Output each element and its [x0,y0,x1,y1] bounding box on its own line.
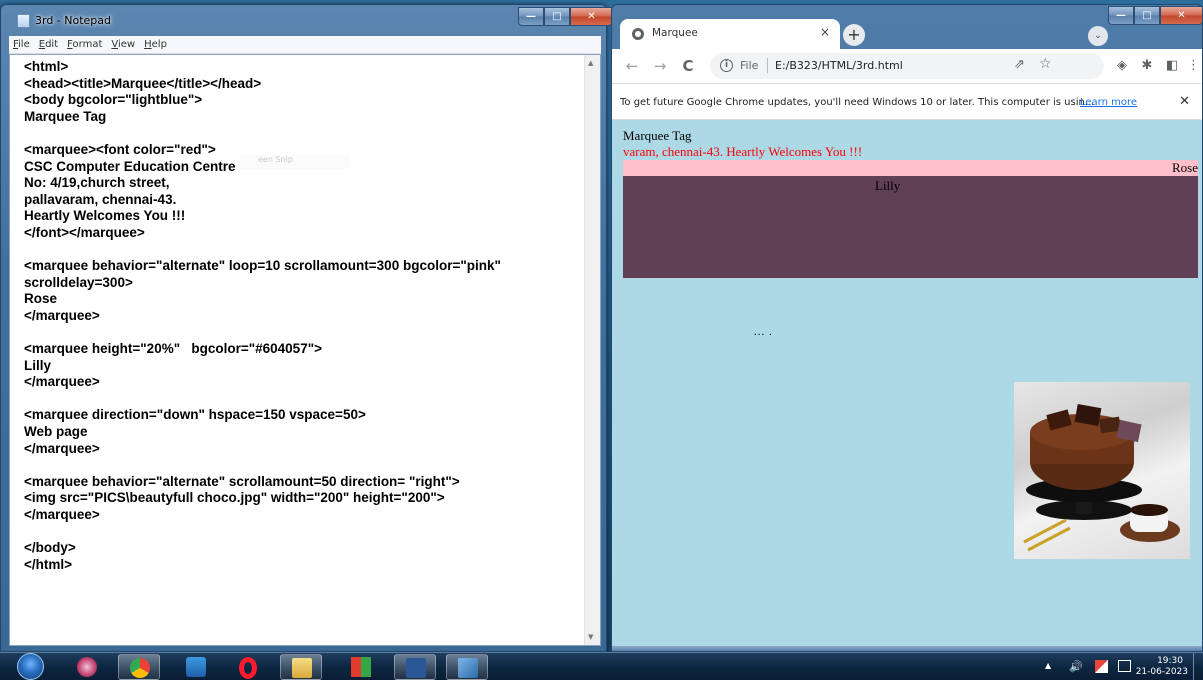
menu-view[interactable]: View [111,39,135,50]
show-desktop-button[interactable] [1193,653,1203,680]
address-bar[interactable]: i File E:/B323/HTML/3rd.html ⇗ ☆ [710,53,1104,79]
chrome-maximize-button[interactable]: □ [1134,6,1160,25]
share-icon[interactable]: ⇗ [1014,57,1025,72]
notepad-minimize-button[interactable]: — [518,7,544,26]
menu-file[interactable]: File [13,39,30,50]
notepad-title: 3rd - Notepad [35,14,112,27]
file-explorer-icon [292,658,312,678]
taskbar-app[interactable] [446,654,488,680]
taskbar-word[interactable] [394,654,436,680]
shield-extension-icon[interactable]: ◈ [1112,56,1132,76]
taskbar-file-explorer[interactable] [280,654,322,680]
tab-close-icon[interactable]: × [820,25,830,39]
taskbar-color-blocks[interactable] [340,654,382,680]
chrome-tabstrip[interactable]: Marquee × + ⌄ — □ ✕ [612,5,1203,49]
site-info-icon[interactable]: i [720,59,733,72]
notepad-vertical-scrollbar[interactable]: ▲ ▼ [584,55,600,645]
clock-time[interactable]: 19:30 [1157,655,1183,667]
chocolate-cake-image [1014,382,1190,559]
new-tab-button[interactable]: + [843,24,865,46]
cake-illustration [1023,404,1180,552]
rose-text: Rose [1172,160,1198,175]
app-icon [458,658,478,678]
scroll-up-arrow-icon[interactable]: ▲ [588,59,593,67]
notepad-text[interactable]: <html> <head><title>Marquee</title></hea… [24,59,584,573]
notepad-editor[interactable]: <html> <head><title>Marquee</title></hea… [9,54,601,646]
clock-date[interactable]: 21-06-2023 [1136,667,1188,677]
volume-icon[interactable]: 🔊 [1069,660,1083,673]
opera-icon [239,657,257,679]
system-tray: ▲ 🔊 19:30 21-06-2023 [1033,653,1203,680]
tab-search-button[interactable]: ⌄ [1088,26,1108,46]
start-button[interactable] [17,653,44,680]
address-scheme-label: File [740,59,759,72]
taskbar-opera[interactable] [228,654,270,680]
reload-button[interactable]: C [678,56,698,76]
taskbar-snipping-tool[interactable] [66,654,108,680]
back-button[interactable]: ← [622,56,642,76]
media-icon [186,657,206,677]
page-viewport[interactable]: Marquee Tag varam, chennai-43. Heartly W… [612,120,1202,651]
puzzle-icon[interactable]: ✱ [1137,56,1157,76]
side-panel-icon[interactable]: ◧ [1162,56,1182,76]
tab-favicon-icon [632,28,644,40]
infobar-message: To get future Google Chrome updates, you… [620,97,1095,108]
webpage-marquee: ... . [754,326,773,338]
forward-button[interactable]: → [650,56,670,76]
viewport-bottom-edge [612,646,1202,651]
notepad-window: 3rd - Notepad — □ ✕ File Edit Format Vie… [0,4,613,652]
taskbar-media[interactable] [175,654,217,680]
network-icon[interactable] [1118,660,1131,672]
word-icon [406,658,426,678]
notepad-maximize-button[interactable]: □ [544,7,570,26]
notepad-menubar: File Edit Format View Help [9,36,601,54]
menu-edit[interactable]: Edit [39,39,58,50]
taskbar: ▲ 🔊 19:30 21-06-2023 [0,652,1203,680]
star-icon[interactable]: ☆ [1039,56,1052,72]
taskbar-chrome[interactable] [118,654,160,680]
kebab-menu-icon[interactable]: ⋮ [1187,56,1200,76]
menu-format[interactable]: Format [67,39,102,50]
chrome-caption-buttons: — □ ✕ [1108,6,1203,25]
pink-marquee: Rose [623,160,1198,176]
page-heading: Marquee Tag [623,128,692,143]
color-blocks-icon [351,657,371,677]
address-separator [767,58,768,73]
chrome-close-button[interactable]: ✕ [1160,6,1203,25]
tab-title: Marquee [652,27,698,39]
notepad-caption-buttons: — □ ✕ [518,7,613,26]
address-url[interactable]: E:/B323/HTML/3rd.html [775,59,903,72]
infobar-close-icon[interactable]: ✕ [1179,94,1190,109]
learn-more-link[interactable]: Learn more [1080,97,1137,108]
notepad-close-button[interactable]: ✕ [570,7,613,26]
red-marquee: varam, chennai-43. Heartly Welcomes You … [623,144,863,159]
snip-ghost-overlay: een Snip [240,155,350,169]
chrome-minimize-button[interactable]: — [1108,6,1134,25]
tab-marquee[interactable]: Marquee × [620,19,840,49]
chrome-window: Marquee × + ⌄ — □ ✕ ← → C i File E:/B323… [611,4,1203,652]
tray-overflow-icon[interactable]: ▲ [1045,661,1051,670]
update-infobar: To get future Google Chrome updates, you… [612,83,1202,120]
notepad-app-icon [17,14,30,28]
snipping-tool-icon [77,657,97,677]
notepad-titlebar[interactable]: 3rd - Notepad — □ ✕ [1,5,613,35]
scroll-down-arrow-icon[interactable]: ▼ [588,633,593,641]
chrome-icon [130,658,150,678]
lilly-marquee: Lilly [623,176,1198,278]
menu-help[interactable]: Help [144,39,167,50]
lilly-text: Lilly [875,178,901,193]
chrome-toolbar: ← → C i File E:/B323/HTML/3rd.html ⇗ ☆ ◈… [612,49,1202,83]
action-center-flag-icon[interactable] [1095,660,1108,673]
